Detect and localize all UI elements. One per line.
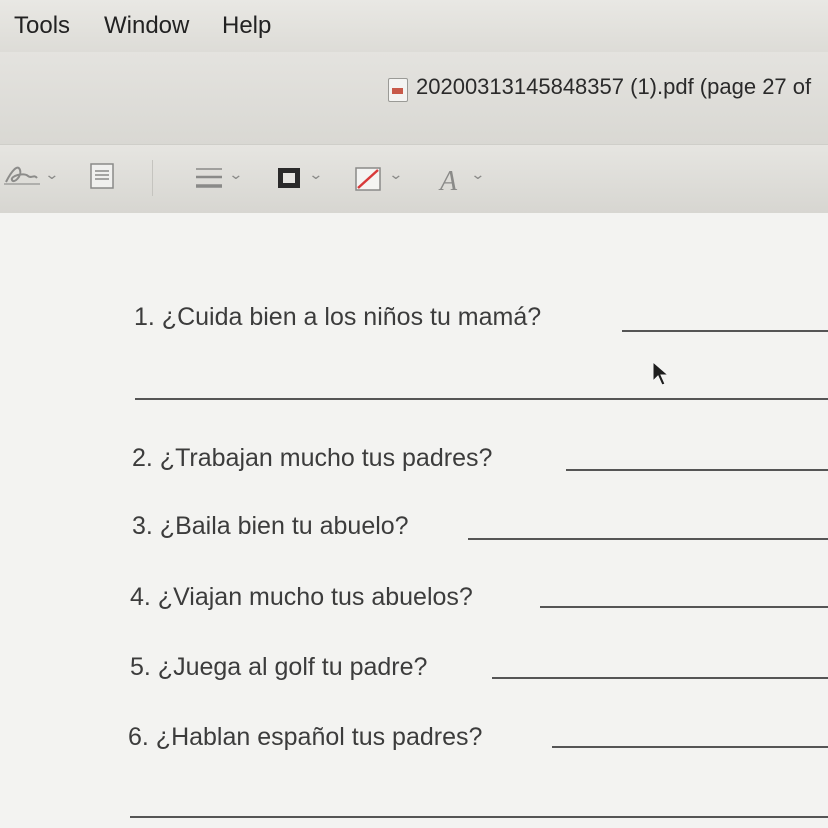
answer-line xyxy=(566,469,828,471)
border-color-icon[interactable] xyxy=(276,166,302,195)
note-icon[interactable] xyxy=(90,163,114,194)
menu-bar: Tools Window Help xyxy=(0,0,828,53)
window-title: 20200313145848357 (1).pdf (page 27 of xyxy=(416,74,812,99)
text-style-icon[interactable]: A xyxy=(440,166,457,198)
pdf-document-icon xyxy=(388,78,408,102)
question-5: 5. ¿Juega al golf tu padre? xyxy=(130,653,428,681)
fill-color-icon[interactable] xyxy=(354,166,382,197)
question-4: 4. ¿Viajan mucho tus abuelos? xyxy=(130,583,473,611)
question-1: 1. ¿Cuida bien a los niños tu mamá? xyxy=(134,303,542,331)
chevron-down-icon[interactable]: ⌄ xyxy=(388,166,403,183)
answer-line xyxy=(492,677,828,679)
question-3: 3. ¿Baila bien tu abuelo? xyxy=(132,512,409,540)
mouse-pointer-icon xyxy=(652,360,670,392)
answer-line xyxy=(468,538,828,540)
menu-window[interactable]: Window xyxy=(104,12,189,40)
chevron-down-icon[interactable]: ⌄ xyxy=(228,166,243,183)
question-2: 2. ¿Trabajan mucho tus padres? xyxy=(132,444,493,472)
answer-line xyxy=(130,816,828,818)
menu-tools[interactable]: Tools xyxy=(14,12,70,40)
answer-line xyxy=(135,398,828,400)
question-6: 6. ¿Hablan español tus padres? xyxy=(128,723,483,751)
answer-line xyxy=(540,606,828,608)
signature-icon[interactable] xyxy=(4,160,44,195)
answer-line xyxy=(552,746,828,748)
markup-toolbar xyxy=(0,144,828,214)
chevron-down-icon[interactable]: ⌄ xyxy=(308,166,323,183)
line-style-icon[interactable] xyxy=(194,166,224,195)
toolbar-divider xyxy=(152,160,153,196)
chevron-down-icon[interactable]: ⌄ xyxy=(44,166,59,183)
answer-line xyxy=(622,330,828,332)
chevron-down-icon[interactable]: ⌄ xyxy=(470,166,485,183)
menu-help[interactable]: Help xyxy=(222,12,271,40)
